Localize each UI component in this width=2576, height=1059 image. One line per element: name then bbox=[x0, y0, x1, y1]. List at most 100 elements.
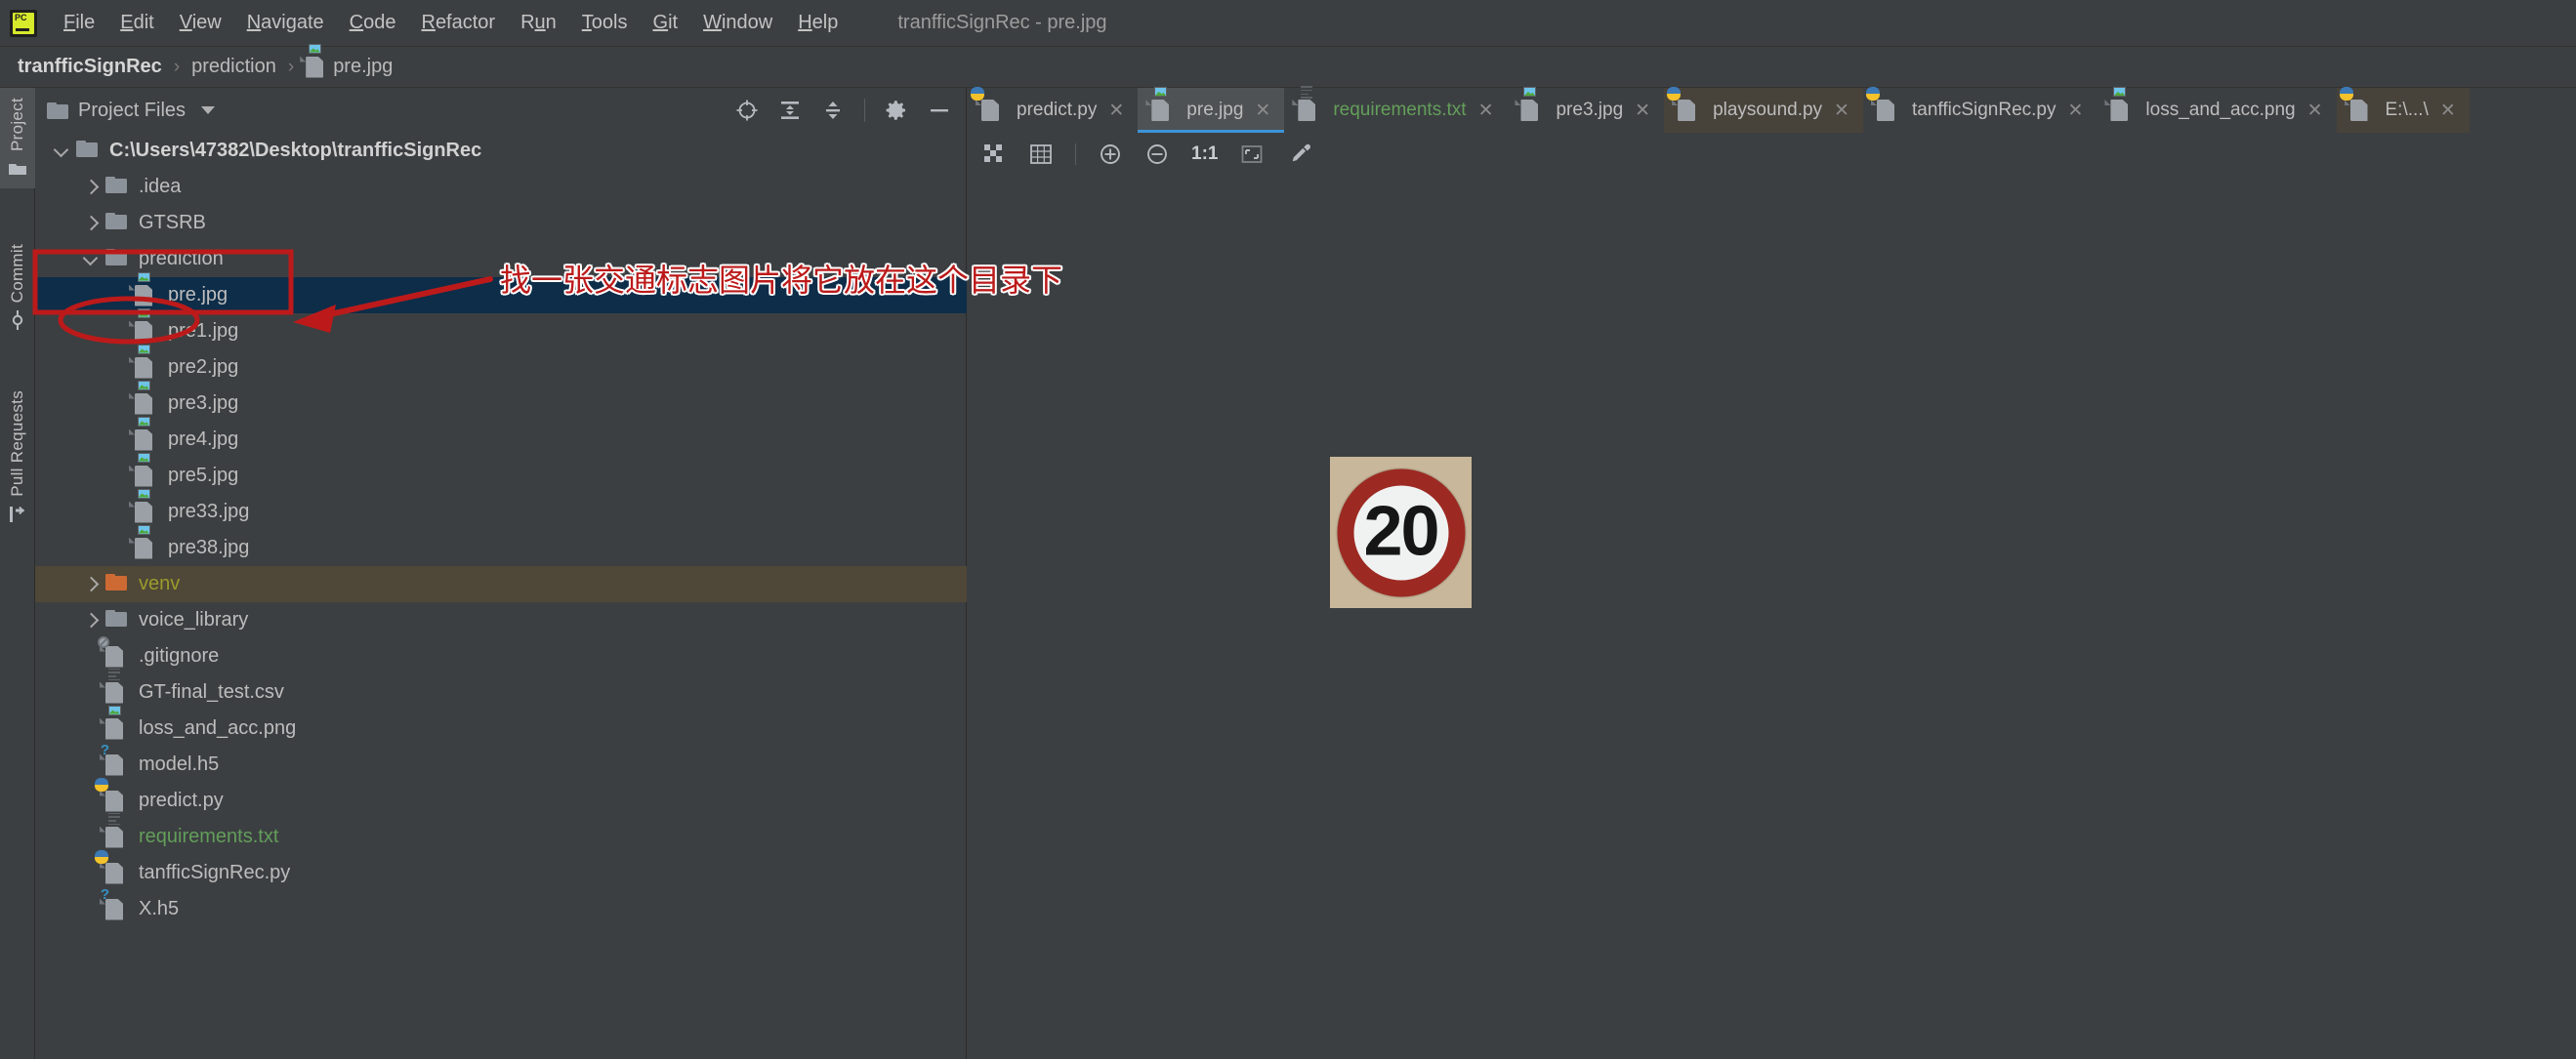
image-file-icon bbox=[129, 344, 158, 379]
tree-row[interactable]: .idea bbox=[35, 169, 967, 205]
chevron-down-icon[interactable] bbox=[51, 141, 72, 162]
close-icon[interactable]: ✕ bbox=[1108, 102, 1124, 120]
tree-row[interactable]: pre2.jpg bbox=[35, 344, 967, 386]
editor-tab-tanfficsignrec-py[interactable]: tanfficSignRec.py ✕ bbox=[1863, 87, 2097, 133]
pycharm-logo-icon: PC bbox=[10, 9, 37, 37]
editor-tab-pre3-jpg[interactable]: pre3.jpg ✕ bbox=[1507, 87, 1664, 133]
tree-row[interactable]: C:\Users\47382\Desktop\tranfficSignRec bbox=[35, 133, 967, 169]
menu-item-run[interactable]: Run bbox=[508, 8, 569, 38]
pull-request-icon bbox=[8, 505, 27, 524]
editor-tab-e------[interactable]: E:\...\ ✕ bbox=[2336, 87, 2470, 133]
close-icon[interactable]: ✕ bbox=[2307, 102, 2323, 120]
chevron-down-icon[interactable] bbox=[201, 106, 216, 114]
tree-row[interactable]: requirements.txt bbox=[35, 812, 967, 855]
editor-tab-loss-and-acc-png[interactable]: loss_and_acc.png ✕ bbox=[2097, 87, 2336, 133]
tree-row[interactable]: venv bbox=[35, 566, 967, 602]
tree-row-label: voice_library bbox=[139, 609, 249, 631]
tree-row[interactable]: pre.jpg bbox=[35, 271, 967, 313]
close-icon[interactable]: ✕ bbox=[1478, 102, 1494, 120]
rail-button-commit[interactable]: Commit bbox=[0, 234, 35, 340]
image-viewer-toolbar: 1:1 bbox=[968, 133, 2576, 176]
locate-icon[interactable] bbox=[735, 99, 759, 122]
breadcrumb-label: tranfficSignRec bbox=[18, 56, 162, 77]
tree-row[interactable]: pre5.jpg bbox=[35, 452, 967, 494]
menu-item-code[interactable]: Code bbox=[337, 8, 409, 38]
zoom-out-icon[interactable] bbox=[1144, 142, 1170, 167]
menu-item-help[interactable]: Help bbox=[785, 8, 851, 38]
menu-item-tools[interactable]: Tools bbox=[569, 8, 641, 38]
tree-row[interactable]: GT-final_test.csv bbox=[35, 668, 967, 711]
breadcrumb-item-tranfficsignrec[interactable]: tranfficSignRec bbox=[18, 56, 162, 78]
tree-row[interactable]: GTSRB bbox=[35, 205, 967, 241]
image-file-icon bbox=[1145, 87, 1175, 121]
ignored-file-icon bbox=[98, 635, 129, 668]
grid-icon[interactable] bbox=[1028, 142, 1054, 167]
close-icon[interactable]: ✕ bbox=[2067, 102, 2083, 120]
tree-row-label: C:\Users\47382\Desktop\tranfficSignRec bbox=[109, 140, 482, 161]
tree-row[interactable]: voice_library bbox=[35, 602, 967, 638]
editor-tab-pre-jpg[interactable]: pre.jpg ✕ bbox=[1138, 87, 1285, 133]
tree-row[interactable]: ? X.h5 bbox=[35, 887, 967, 927]
menu-item-git[interactable]: Git bbox=[641, 8, 691, 38]
close-icon[interactable]: ✕ bbox=[2440, 102, 2456, 120]
menu-item-edit[interactable]: Edit bbox=[107, 8, 166, 38]
tree-row[interactable]: .gitignore bbox=[35, 635, 967, 674]
tree-row-label: GT-final_test.csv bbox=[139, 681, 284, 703]
tree-row[interactable]: ? model.h5 bbox=[35, 743, 967, 783]
menu-item-file[interactable]: File bbox=[51, 8, 107, 38]
color-picker-icon[interactable] bbox=[1286, 142, 1311, 167]
actual-size-button[interactable]: 1:1 bbox=[1191, 143, 1218, 165]
menu-item-window[interactable]: Window bbox=[690, 8, 785, 38]
close-icon[interactable]: ✕ bbox=[1834, 102, 1849, 120]
chevron-right-icon[interactable] bbox=[80, 177, 102, 198]
tree-row[interactable]: tanfficSignRec.py bbox=[35, 849, 967, 891]
menu-item-refactor[interactable]: Refactor bbox=[408, 8, 508, 38]
tree-row[interactable]: loss_and_acc.png bbox=[35, 705, 967, 747]
menu-item-navigate[interactable]: Navigate bbox=[234, 8, 337, 38]
image-file-icon bbox=[129, 416, 158, 451]
tree-row[interactable]: pre33.jpg bbox=[35, 488, 967, 530]
project-files-dropdown[interactable]: Project Files bbox=[47, 100, 216, 122]
tree-row-label: pre.jpg bbox=[168, 284, 229, 305]
breadcrumb-item-prediction[interactable]: prediction bbox=[191, 56, 276, 78]
project-tool-window: Project Files C:\Users\47382\Desktop\tra… bbox=[35, 88, 967, 1059]
rail-button-label: Commit bbox=[8, 244, 26, 304]
minimize-icon[interactable] bbox=[928, 99, 951, 122]
folder-icon bbox=[8, 159, 27, 179]
editor-tab-predict-py[interactable]: predict.py ✕ bbox=[968, 87, 1138, 133]
transparency-grid-icon[interactable] bbox=[981, 142, 1007, 167]
project-file-tree[interactable]: C:\Users\47382\Desktop\tranfficSignRec .i… bbox=[35, 133, 967, 1059]
image-viewer-canvas: 20 bbox=[968, 176, 2576, 1059]
editor-tab-playsound-py[interactable]: playsound.py ✕ bbox=[1664, 87, 1863, 133]
breadcrumb-separator: › bbox=[173, 56, 181, 77]
menu-item-view[interactable]: View bbox=[167, 8, 234, 38]
tree-row[interactable]: prediction bbox=[35, 241, 967, 277]
tree-row[interactable]: pre38.jpg bbox=[35, 524, 967, 566]
tree-row[interactable]: predict.py bbox=[35, 777, 967, 819]
tree-row-label: X.h5 bbox=[139, 898, 180, 919]
zoom-in-icon[interactable] bbox=[1098, 142, 1123, 167]
editor-area: predict.py ✕ pre.jpg ✕ requirements.txt ✕ pre3… bbox=[968, 86, 2576, 1059]
rail-button-project[interactable]: Project bbox=[0, 88, 35, 189]
tree-row-label: pre33.jpg bbox=[168, 501, 250, 522]
chevron-right-icon[interactable] bbox=[80, 610, 102, 631]
tree-row[interactable]: pre3.jpg bbox=[35, 380, 967, 422]
expand-all-icon[interactable] bbox=[778, 99, 802, 122]
tree-row[interactable]: pre4.jpg bbox=[35, 416, 967, 458]
close-icon[interactable]: ✕ bbox=[1255, 102, 1270, 120]
chevron-right-icon[interactable] bbox=[80, 213, 102, 234]
breadcrumb-item-pre-jpg[interactable]: pre.jpg bbox=[300, 43, 393, 78]
collapse-all-icon[interactable] bbox=[821, 99, 845, 122]
chevron-right-icon[interactable] bbox=[80, 574, 102, 595]
rail-button-pull-requests[interactable]: Pull Requests bbox=[0, 381, 35, 534]
gear-icon[interactable] bbox=[885, 99, 908, 122]
tree-row-label: tanfficSignRec.py bbox=[139, 862, 291, 883]
editor-tab-requirements-txt[interactable]: requirements.txt ✕ bbox=[1284, 86, 1507, 133]
fit-to-window-icon[interactable] bbox=[1239, 142, 1265, 167]
menu-bar: PC File Edit View Navigate Code Refactor Run To… bbox=[0, 0, 2576, 47]
tree-row[interactable]: pre1.jpg bbox=[35, 307, 967, 349]
chevron-down-icon[interactable] bbox=[80, 249, 102, 270]
close-icon[interactable]: ✕ bbox=[1635, 102, 1650, 120]
